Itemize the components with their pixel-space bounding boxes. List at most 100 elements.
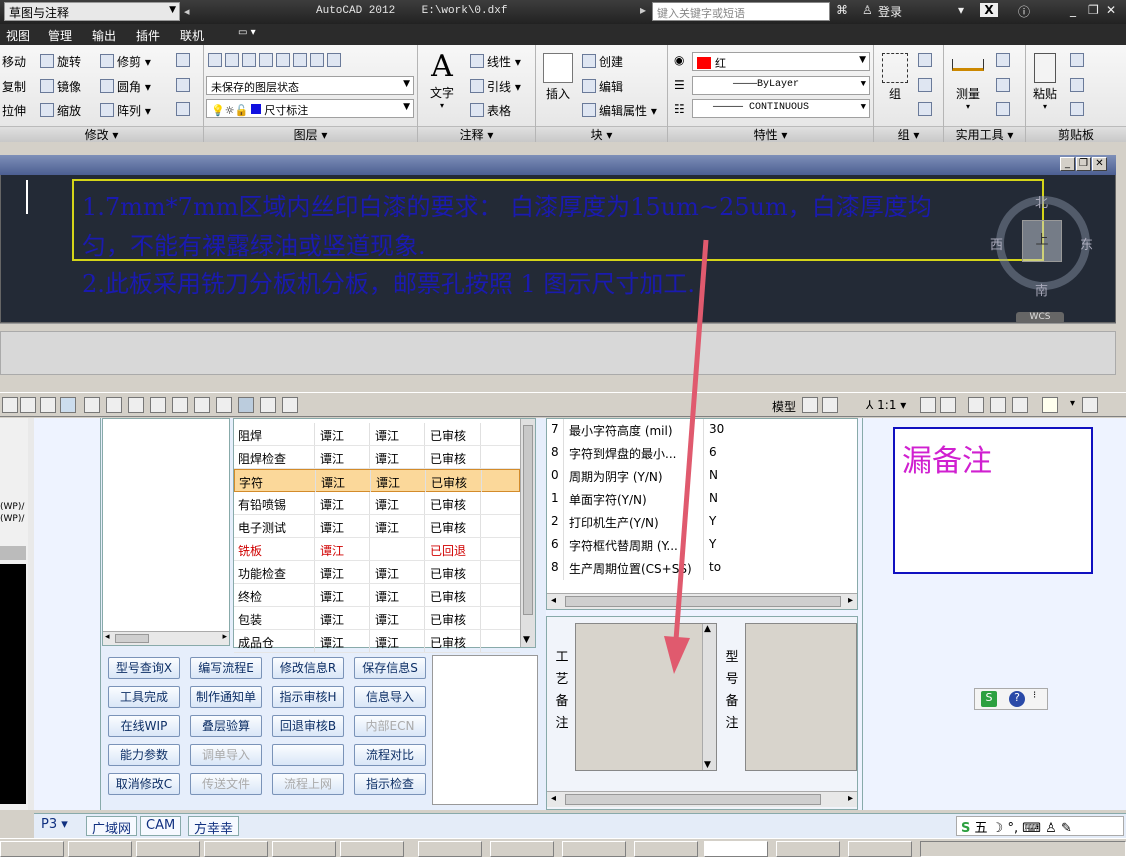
trim-button[interactable]: 修剪 ▾: [100, 53, 151, 70]
action-button[interactable]: 修改信息R: [272, 657, 344, 679]
table-row[interactable]: 功能检查 谭江 谭江 已审核: [234, 561, 520, 584]
panel-title-groups[interactable]: 组 ▾: [874, 126, 943, 142]
hardware-accel-icon[interactable]: [1012, 397, 1028, 413]
action-button[interactable]: 型号查询X: [108, 657, 180, 679]
action-button[interactable]: 指示审核H: [272, 686, 344, 708]
selection-cycling-icon[interactable]: [260, 397, 276, 413]
taskbar-item-active[interactable]: [704, 841, 768, 857]
taskbar-item[interactable]: [848, 841, 912, 857]
measure-button[interactable]: 测量 ▾: [948, 55, 988, 111]
move-button[interactable]: 移动: [2, 53, 26, 70]
action-button[interactable]: 流程上网: [272, 773, 344, 795]
param-row[interactable]: 2 打印机生产(Y/N) Y: [547, 511, 857, 534]
tab-user[interactable]: 方幸幸: [188, 816, 240, 837]
param-row[interactable]: 0 周期为阴字 (Y/N) N: [547, 465, 857, 488]
menu-manage[interactable]: 管理: [48, 27, 72, 44]
param-row[interactable]: 1 单面字符(Y/N) N: [547, 488, 857, 511]
action-button[interactable]: 信息导入: [354, 686, 426, 708]
minimize-icon[interactable]: _: [1070, 3, 1076, 17]
param-row[interactable]: 8 生产周期位置(CS+SS) to: [547, 557, 857, 580]
explode-icon[interactable]: [176, 78, 193, 93]
taskbar-item[interactable]: [634, 841, 698, 857]
create-block-button[interactable]: 创建: [582, 53, 623, 70]
action-button[interactable]: 内部ECN: [354, 715, 426, 737]
linetype-name-select[interactable]: ————— CONTINUOUS ▼: [692, 99, 870, 118]
taskbar-item[interactable]: [340, 841, 404, 857]
grid-icon[interactable]: [20, 397, 36, 413]
group-button[interactable]: 组: [878, 53, 912, 102]
viewcube-top-face[interactable]: 上: [1022, 220, 1062, 262]
3d-osnap-icon[interactable]: [106, 397, 122, 413]
layout-icon[interactable]: [822, 397, 838, 413]
tab-cam[interactable]: CAM: [140, 816, 182, 836]
workspace-switcher[interactable]: 草图与注释 ▼: [4, 2, 180, 21]
ungroup-icon[interactable]: [918, 53, 935, 68]
polar-icon[interactable]: [60, 397, 76, 413]
array-button[interactable]: 阵列 ▾: [100, 102, 151, 119]
table-row[interactable]: 有铅喷锡 谭江 谭江 已审核: [234, 492, 520, 515]
id-point-icon[interactable]: [996, 78, 1013, 93]
table-row[interactable]: 铣板 谭江 已回退: [234, 538, 520, 561]
action-button[interactable]: 取消修改C: [108, 773, 180, 795]
action-button[interactable]: 指示检查: [354, 773, 426, 795]
tab-wan[interactable]: 广域网: [86, 816, 138, 837]
search-input[interactable]: 键入关键字或短语: [652, 2, 830, 21]
otrack-icon[interactable]: [128, 397, 144, 413]
drawing-minimize-button[interactable]: _: [1060, 157, 1075, 171]
help-icon[interactable]: ⓘ: [1018, 3, 1030, 20]
process-remarks-field[interactable]: ▲ ▼: [575, 623, 717, 771]
transparency-icon[interactable]: [216, 397, 232, 413]
param-row[interactable]: 7 最小字符高度 (mil) 30: [547, 419, 857, 442]
action-button[interactable]: 保存信息S: [354, 657, 426, 679]
taskbar-item[interactable]: [0, 841, 64, 857]
action-button[interactable]: 回退审核B: [272, 715, 344, 737]
chevron-down-icon[interactable]: ▾: [1070, 398, 1075, 409]
table-row[interactable]: 阻焊 谭江 谭江 已审核: [234, 423, 520, 446]
param-hscrollbar[interactable]: ◂ ▸: [547, 593, 857, 609]
copy-button[interactable]: 复制: [2, 78, 26, 95]
panel-title-properties[interactable]: 特性 ▾: [668, 126, 873, 142]
edit-block-button[interactable]: 编辑: [582, 78, 623, 95]
drawing-close-button[interactable]: ✕: [1092, 157, 1107, 171]
autoscale-icon[interactable]: [940, 397, 956, 413]
action-button[interactable]: 能力参数: [108, 744, 180, 766]
snap-icon[interactable]: [2, 397, 18, 413]
table-button[interactable]: 表格: [470, 102, 511, 119]
match-properties-icon[interactable]: ◉: [674, 53, 684, 67]
scale-button[interactable]: 缩放: [40, 102, 81, 119]
annotation-visibility-icon[interactable]: [920, 397, 936, 413]
tab-p3[interactable]: P3 ▾: [36, 816, 73, 836]
user-icon[interactable]: ♙: [862, 3, 873, 17]
ducs-icon[interactable]: [150, 397, 166, 413]
taskbar-item[interactable]: [490, 841, 554, 857]
text-button[interactable]: A 文字 ▾: [424, 49, 460, 110]
linetype-select[interactable]: ————ByLayer ▼: [692, 76, 870, 95]
lineweight-icon[interactable]: ☰: [674, 78, 685, 92]
close-icon[interactable]: ✕: [1106, 3, 1116, 17]
param-row[interactable]: 8 字符到焊盘的最小... 6: [547, 442, 857, 465]
ime-floating-bar[interactable]: S ? ⁝: [974, 688, 1048, 710]
action-button[interactable]: 工具完成: [108, 686, 180, 708]
menu-plugins[interactable]: 插件: [136, 27, 160, 44]
action-button[interactable]: 流程对比: [354, 744, 426, 766]
login-link[interactable]: 登录: [878, 3, 902, 20]
lineweight-toggle-icon[interactable]: [194, 397, 210, 413]
quick-properties-icon[interactable]: [238, 397, 254, 413]
osnap-icon[interactable]: [84, 397, 100, 413]
taskbar-item[interactable]: [204, 841, 268, 857]
action-button[interactable]: [272, 744, 344, 766]
exchange-icon[interactable]: X: [980, 3, 998, 17]
stretch-button[interactable]: 拉伸: [2, 102, 26, 119]
annotation-monitor-icon[interactable]: [282, 397, 298, 413]
panel-title-annotation[interactable]: 注释 ▾: [418, 126, 535, 142]
match-icon[interactable]: [1070, 102, 1087, 117]
menu-view[interactable]: 视图: [6, 27, 30, 44]
panel-title-layers[interactable]: 图层 ▾: [204, 126, 417, 142]
edit-attributes-button[interactable]: 编辑属性 ▾: [582, 102, 657, 119]
command-line[interactable]: [0, 331, 1116, 375]
taskbar-item[interactable]: [776, 841, 840, 857]
search-arrow-icon[interactable]: ▸: [640, 3, 646, 17]
binoculars-icon[interactable]: ⌘: [836, 3, 848, 17]
layer-state-select[interactable]: 未保存的图层状态 ▼: [206, 76, 414, 95]
drawing-restore-button[interactable]: ❐: [1076, 157, 1091, 171]
